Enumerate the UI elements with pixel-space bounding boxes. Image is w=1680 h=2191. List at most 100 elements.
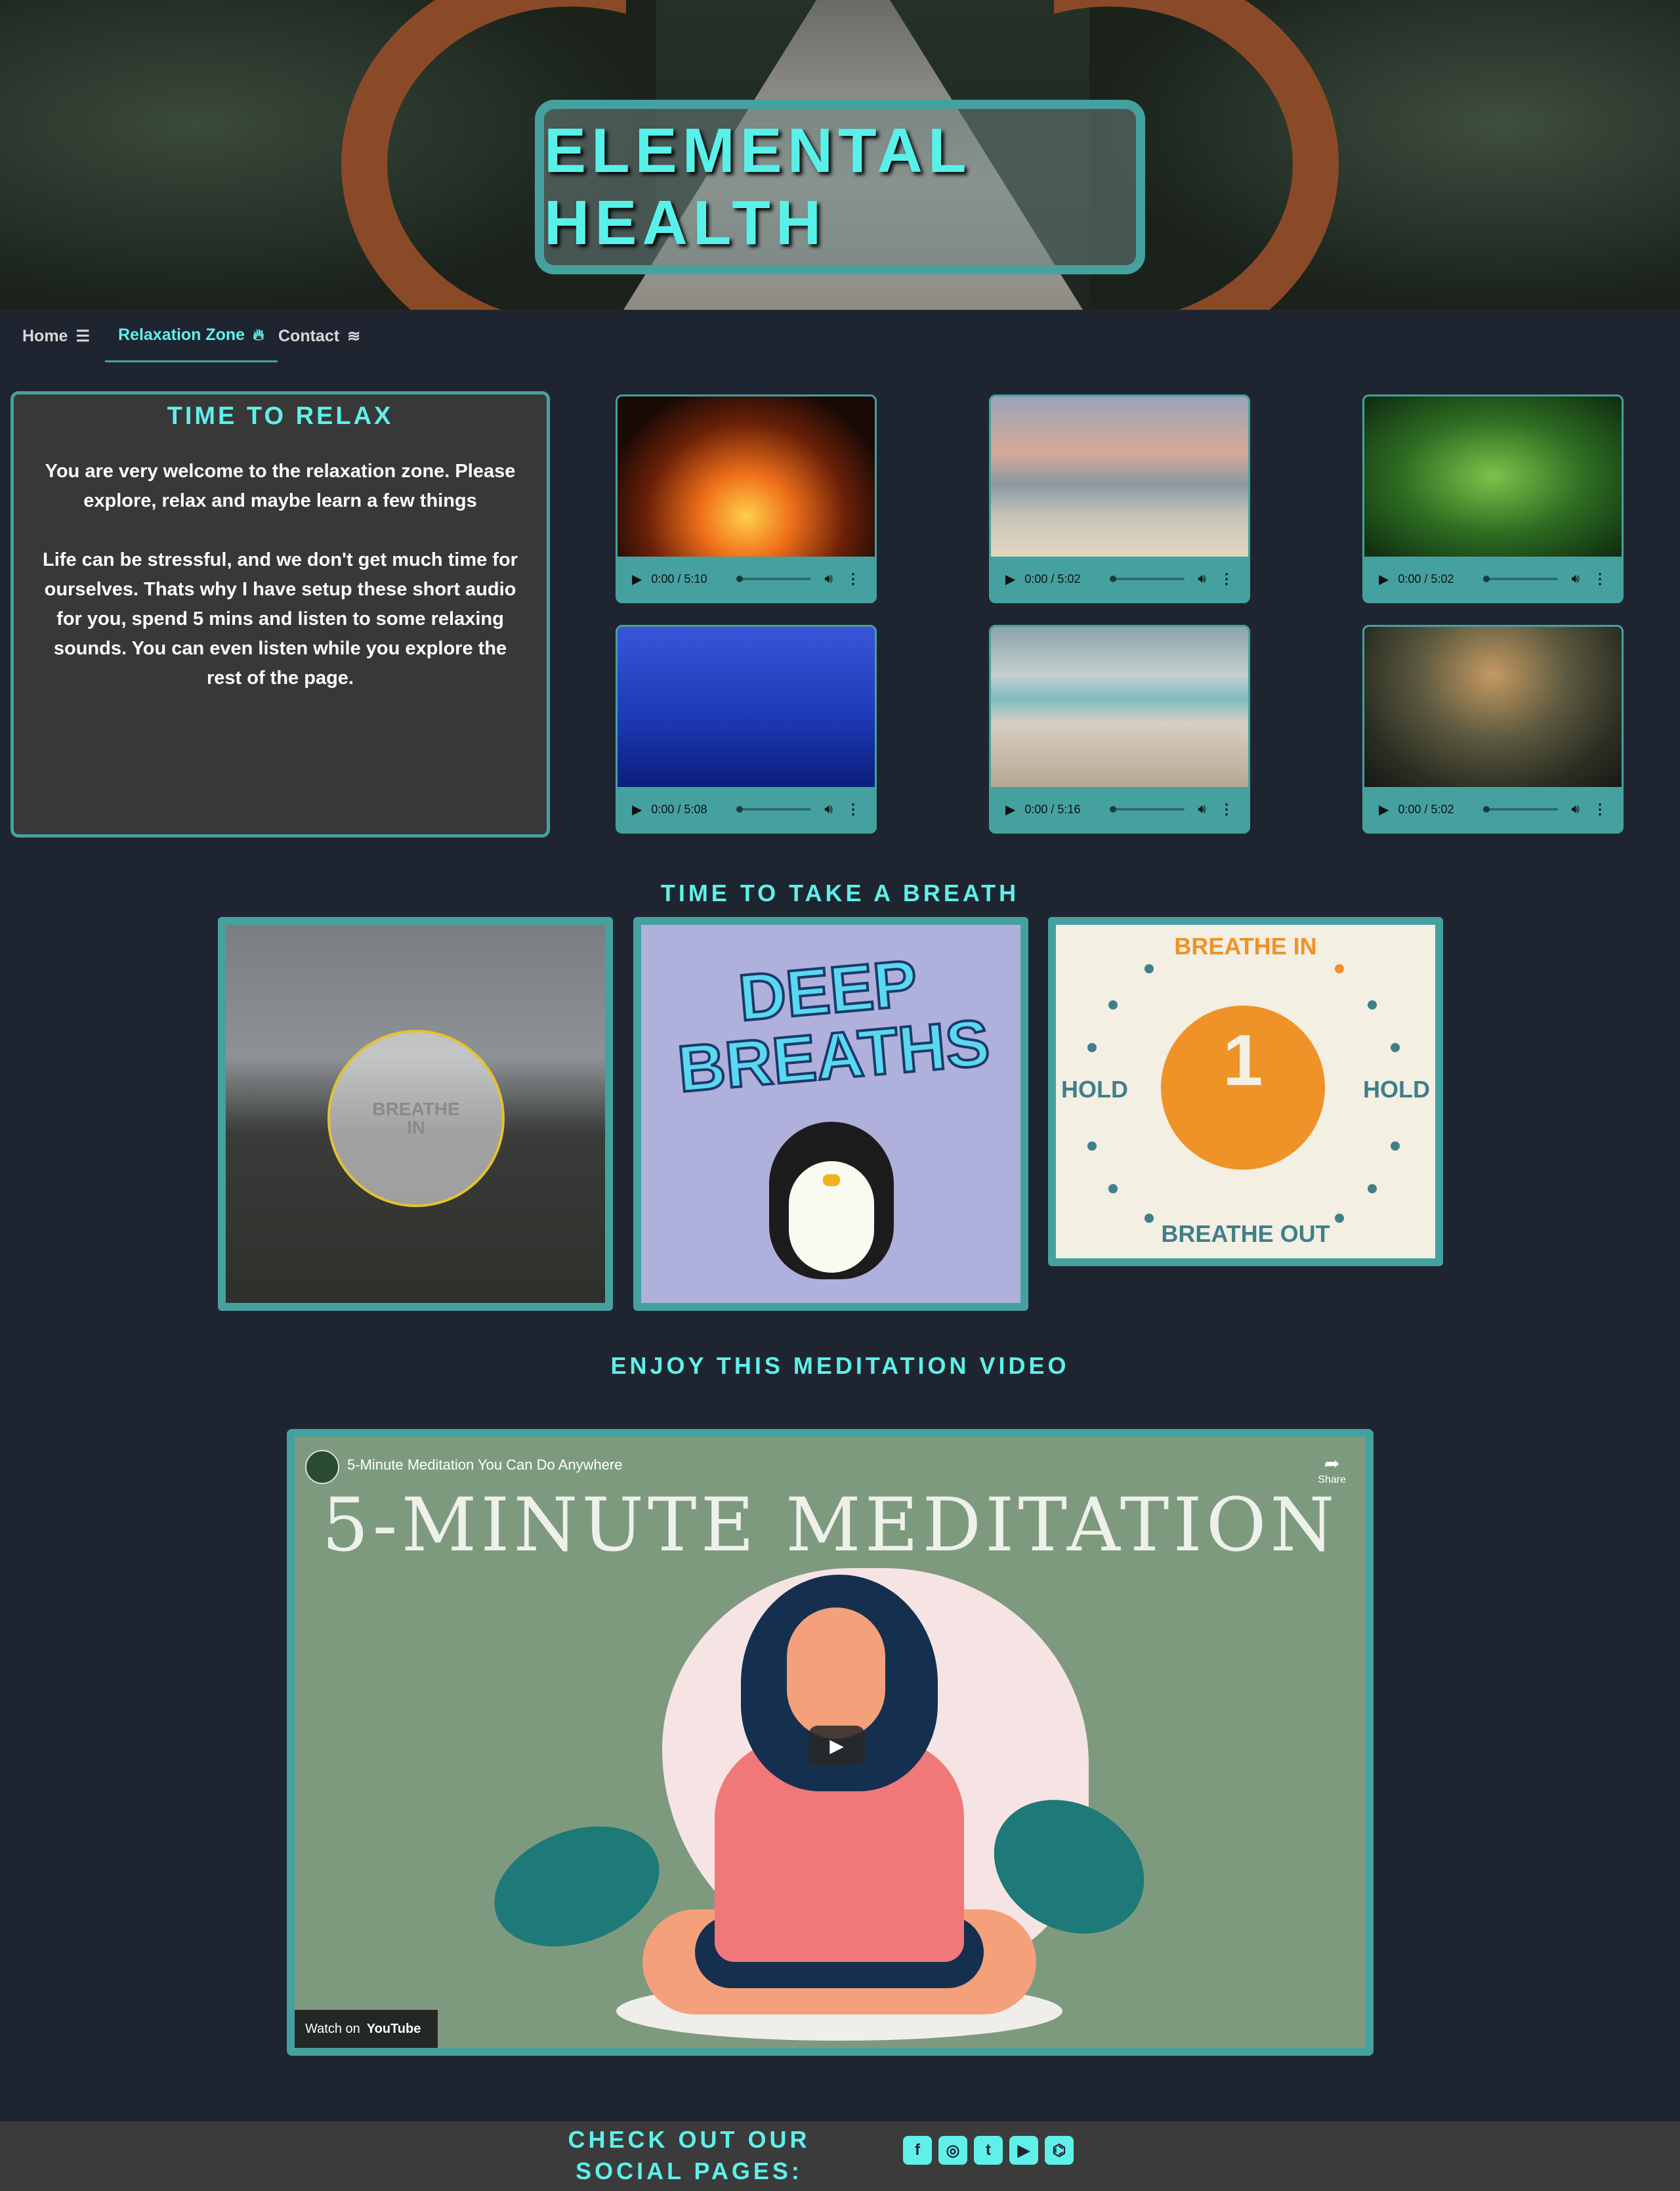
volume-icon[interactable]: 🔊︎ (1198, 572, 1206, 587)
volume-icon[interactable]: 🔊︎ (824, 802, 833, 817)
audio-tile-lake: ▶ 0:00 / 5:02 🔊︎ ⋮ (1362, 625, 1624, 834)
play-icon[interactable]: ▶ (632, 801, 642, 818)
audio-player[interactable]: ▶ 0:00 / 5:16 🔊︎ ⋮ (991, 787, 1248, 832)
play-icon[interactable]: ▶ (1379, 801, 1389, 818)
volume-icon[interactable]: 🔊︎ (1198, 802, 1206, 817)
audio-player[interactable]: ▶ 0:00 / 5:02 🔊︎ ⋮ (1364, 557, 1622, 601)
more-options-icon[interactable]: ⋮ (1593, 570, 1607, 587)
box-breathing-gif: BREATHE IN HOLD HOLD BREATHE OUT 1 (1048, 917, 1443, 1266)
more-options-icon[interactable]: ⋮ (1219, 570, 1234, 587)
play-icon[interactable]: ▶ (632, 571, 642, 587)
audio-progress-slider[interactable] (736, 576, 812, 582)
youtube-icon[interactable]: ▶ (1009, 2136, 1038, 2165)
breath-dot (1144, 1214, 1154, 1223)
audio-tile-kalimba: ▶ 0:00 / 5:16 🔊︎ ⋮ (989, 625, 1250, 834)
breath-dot (1144, 964, 1154, 973)
volume-icon[interactable]: 🔊︎ (1571, 572, 1580, 587)
instagram-icon[interactable]: ◎ (938, 2136, 967, 2165)
fire-icon: 🔥︎ (253, 326, 264, 344)
play-button[interactable]: ▶ (808, 1726, 865, 1765)
footer-title: CHECK OUT OUR SOCIAL PAGES: (568, 2126, 810, 2184)
share-icon: ➦ (1324, 1453, 1340, 1474)
audio-tile-whale: ▶ 0:00 / 5:08 🔊︎ ⋮ (616, 625, 877, 834)
play-icon[interactable]: ▶ (1005, 571, 1015, 587)
audio-time: 0:00 / 5:02 (1398, 572, 1454, 585)
deep-breaths-gif: DEEP BREATHS (633, 917, 1028, 1311)
breathe-ring: BREATHE IN (327, 1030, 505, 1207)
beach-image (991, 396, 1248, 557)
hero-banner: ELEMENTAL HEALTH (0, 0, 1680, 310)
audio-time: 0:00 / 5:10 (651, 572, 707, 585)
breath-dot (1108, 1000, 1118, 1010)
audio-time: 0:00 / 5:02 (1024, 572, 1081, 585)
breath-dot (1087, 1141, 1097, 1151)
video-thumbnail-title: 5-MINUTE MEDITATION (322, 1483, 1339, 1568)
audio-progress-slider[interactable] (1110, 806, 1185, 813)
audio-player[interactable]: ▶ 0:00 / 5:08 🔊︎ ⋮ (618, 787, 875, 832)
penguin-illustration (769, 1122, 894, 1279)
twitter-icon[interactable]: t (974, 2136, 1003, 2165)
share-button[interactable]: ➦ Share (1318, 1453, 1346, 1486)
breath-dot (1368, 1184, 1377, 1193)
footer: CHECK OUT OUR SOCIAL PAGES: f ◎ t ▶ ⌬ (0, 2121, 1680, 2191)
more-options-icon[interactable]: ⋮ (846, 801, 860, 818)
audio-progress-slider[interactable] (1483, 576, 1559, 582)
breathe-out-label: BREATHE OUT (1161, 1220, 1330, 1247)
audio-tile-beach: ▶ 0:00 / 5:02 🔊︎ ⋮ (989, 394, 1250, 603)
volume-icon[interactable]: 🔊︎ (1571, 802, 1580, 817)
breath-dot (1335, 964, 1344, 973)
meditation-video-embed[interactable]: 5-MINUTE MEDITATION 5-Minute Meditation … (287, 1429, 1374, 2056)
penguin-beak (823, 1174, 840, 1186)
play-icon[interactable]: ▶ (1379, 571, 1389, 587)
audio-player[interactable]: ▶ 0:00 / 5:02 🔊︎ ⋮ (991, 557, 1248, 601)
audio-player[interactable]: ▶ 0:00 / 5:10 🔊︎ ⋮ (618, 557, 875, 601)
more-options-icon[interactable]: ⋮ (1593, 801, 1607, 818)
video-title[interactable]: 5-Minute Meditation You Can Do Anywhere (347, 1457, 622, 1474)
youtube-logo: YouTube (366, 2021, 421, 2036)
audio-progress-slider[interactable] (1483, 806, 1559, 813)
relax-intro-card: TIME TO RELAX You are very welcome to th… (10, 391, 550, 838)
breath-dot (1335, 1214, 1344, 1223)
breath-section-title: TIME TO TAKE A BREATH (660, 880, 1020, 906)
audio-time: 0:00 / 5:08 (651, 802, 707, 816)
jungle-image (1364, 396, 1622, 557)
whale-image (618, 627, 875, 787)
audio-time: 0:00 / 5:02 (1398, 802, 1454, 816)
relax-paragraph-1: You are very welcome to the relaxation z… (45, 461, 516, 511)
audio-tile-jungle: ▶ 0:00 / 5:02 🔊︎ ⋮ (1362, 394, 1624, 603)
watch-on-youtube-button[interactable]: Watch on YouTube (295, 2010, 438, 2048)
video-section-title: ENJOY THIS MEDITATION VIDEO (610, 1352, 1070, 1379)
play-icon[interactable]: ▶ (1005, 801, 1015, 818)
relax-paragraph-2: Life can be stressful, and we don't get … (43, 549, 518, 689)
audio-progress-slider[interactable] (1110, 576, 1185, 582)
breath-dot (1391, 1043, 1400, 1052)
nav-item-relaxation-zone[interactable]: Relaxation Zone 🔥︎ (105, 310, 278, 362)
breath-dot (1391, 1141, 1400, 1151)
deep-breaths-text: DEEP BREATHS (673, 945, 994, 1108)
breath-dot (1108, 1184, 1118, 1193)
share-label: Share (1318, 1474, 1346, 1485)
audio-tile-fireplace: ▶ 0:00 / 5:10 🔊︎ ⋮ (616, 394, 877, 603)
breath-dot (1368, 1000, 1377, 1010)
fireplace-image (618, 396, 875, 557)
volume-icon[interactable]: 🔊︎ (824, 572, 833, 587)
site-title-box: ELEMENTAL HEALTH (535, 100, 1145, 274)
audio-progress-slider[interactable] (736, 806, 812, 813)
nav-item-home[interactable]: Home ☰ (22, 310, 90, 362)
more-options-icon[interactable]: ⋮ (846, 570, 860, 587)
lake-image (1364, 627, 1622, 787)
more-options-icon[interactable]: ⋮ (1219, 801, 1234, 818)
watch-on-label: Watch on (305, 2021, 360, 2036)
nav-item-contact[interactable]: Contact ≋ (278, 310, 360, 362)
facebook-icon[interactable]: f (903, 2136, 932, 2165)
hold-left-label: HOLD (1061, 1076, 1128, 1103)
nav-item-label: Contact (278, 326, 340, 345)
channel-avatar[interactable] (305, 1450, 339, 1484)
github-icon[interactable]: ⌬ (1045, 2136, 1074, 2165)
breath-dot (1087, 1043, 1097, 1052)
breath-count: 1 (1223, 1020, 1263, 1101)
play-icon: ▶ (830, 1734, 844, 1756)
audio-player[interactable]: ▶ 0:00 / 5:02 🔊︎ ⋮ (1364, 787, 1622, 832)
nav-item-label: Home (22, 326, 68, 345)
figure-face (787, 1607, 885, 1739)
